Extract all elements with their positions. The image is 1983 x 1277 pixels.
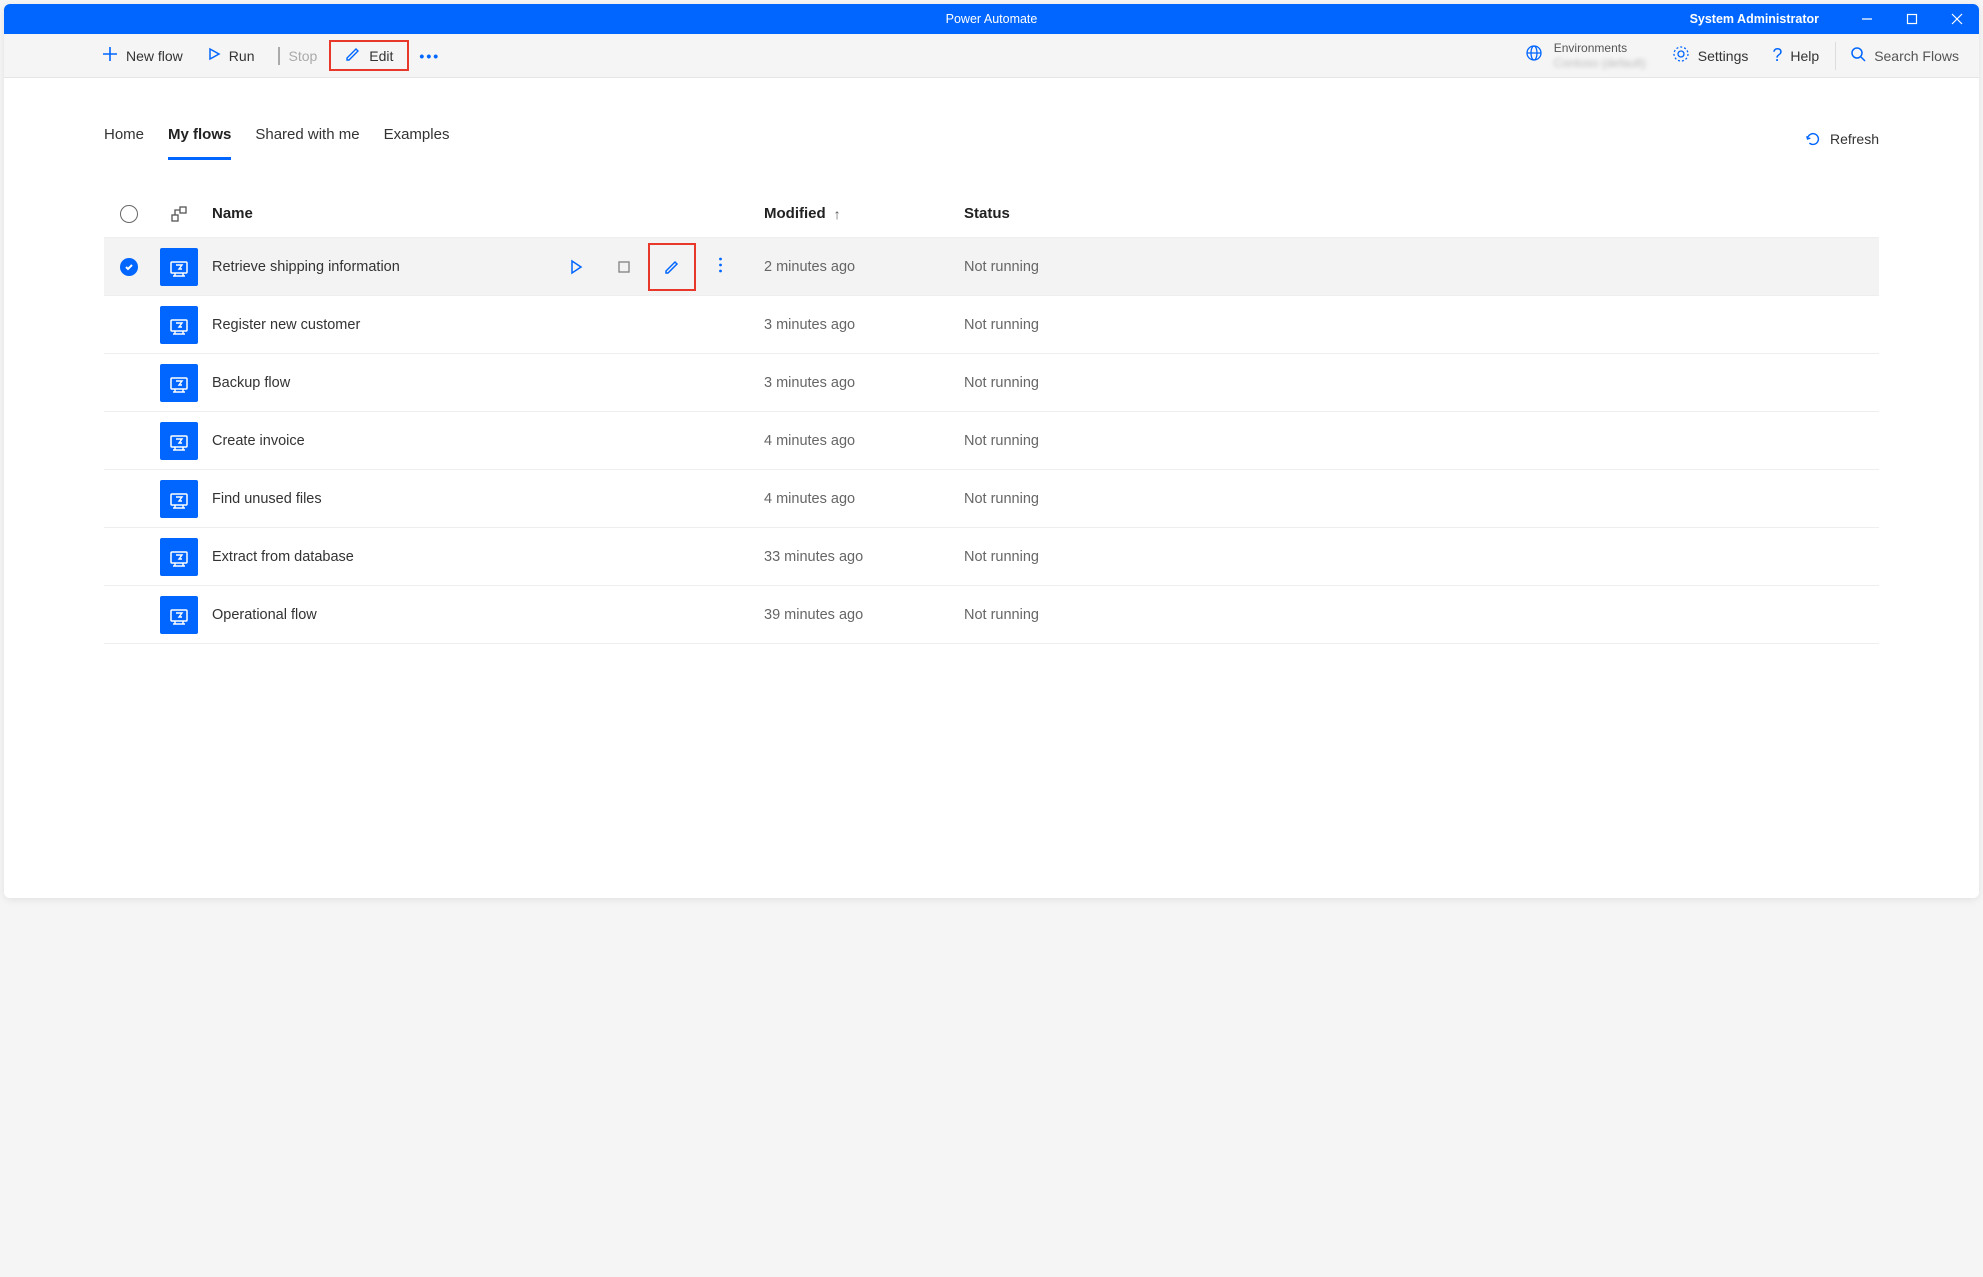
flow-modified: 4 minutes ago — [764, 433, 964, 449]
flow-status: Not running — [964, 317, 1879, 333]
run-label: Run — [229, 48, 255, 64]
flow-modified: 3 minutes ago — [764, 375, 964, 391]
toolbar: New flow Run Stop Edit ••• — [4, 34, 1979, 78]
table-row[interactable]: Create invoice4 minutes agoNot running — [104, 412, 1879, 470]
more-button[interactable]: ••• — [409, 42, 450, 70]
flow-modified: 4 minutes ago — [764, 491, 964, 507]
edit-label: Edit — [369, 48, 393, 64]
flow-modified: 33 minutes ago — [764, 549, 964, 565]
environments-value: Contoso (default) — [1554, 56, 1646, 70]
flow-status: Not running — [964, 549, 1879, 565]
flow-status: Not running — [964, 433, 1879, 449]
close-icon — [1951, 13, 1963, 25]
new-flow-label: New flow — [126, 48, 183, 64]
flow-type-icon — [154, 480, 204, 518]
row-edit-button[interactable] — [648, 243, 696, 291]
table-header: Name Modified ↑ Status — [104, 190, 1879, 238]
flow-status: Not running — [964, 375, 1879, 391]
type-column-icon[interactable] — [154, 206, 204, 222]
settings-button[interactable]: Settings — [1660, 39, 1761, 72]
flow-type-icon — [154, 248, 204, 286]
flow-status: Not running — [964, 491, 1879, 507]
tab-examples[interactable]: Examples — [384, 118, 450, 160]
flow-name[interactable]: Extract from database — [212, 549, 764, 565]
refresh-icon — [1804, 130, 1822, 148]
flow-type-icon — [154, 422, 204, 460]
maximize-button[interactable] — [1889, 4, 1934, 34]
tab-shared[interactable]: Shared with me — [255, 118, 359, 160]
play-icon — [207, 47, 221, 64]
close-button[interactable] — [1934, 4, 1979, 34]
flow-modified: 39 minutes ago — [764, 607, 964, 623]
environments-label: Environments — [1554, 41, 1646, 55]
flow-name[interactable]: Retrieve shipping information — [212, 259, 538, 275]
flow-name[interactable]: Operational flow — [212, 607, 764, 623]
new-flow-button[interactable]: New flow — [90, 40, 195, 71]
flow-type-icon — [154, 596, 204, 634]
table-row[interactable]: Backup flow3 minutes agoNot running — [104, 354, 1879, 412]
flows-table: Name Modified ↑ Status Retrieve shipping… — [104, 190, 1879, 644]
table-row[interactable]: Retrieve shipping information 2 minutes a… — [104, 238, 1879, 296]
tab-my-flows[interactable]: My flows — [168, 118, 231, 160]
row-more-button[interactable] — [696, 243, 744, 291]
tab-row: Home My flows Shared with me Examples Re… — [104, 78, 1879, 160]
flow-type-icon — [154, 538, 204, 576]
column-header-modified[interactable]: Modified ↑ — [764, 205, 964, 222]
flow-name[interactable]: Find unused files — [212, 491, 764, 507]
content-area: Home My flows Shared with me Examples Re… — [4, 78, 1979, 898]
table-row[interactable]: Register new customer3 minutes agoNot ru… — [104, 296, 1879, 354]
flow-type-icon — [154, 306, 204, 344]
column-header-name[interactable]: Name — [204, 205, 764, 222]
run-button[interactable]: Run — [195, 41, 267, 70]
flow-name[interactable]: Create invoice — [212, 433, 764, 449]
refresh-label: Refresh — [1830, 131, 1879, 147]
table-row[interactable]: Extract from database33 minutes agoNot r… — [104, 528, 1879, 586]
column-header-status[interactable]: Status — [964, 205, 1879, 222]
refresh-button[interactable]: Refresh — [1804, 130, 1879, 148]
help-icon: ? — [1772, 45, 1782, 66]
search-flows-input[interactable]: Search Flows — [1835, 42, 1973, 70]
flow-modified: 2 minutes ago — [764, 259, 964, 275]
plus-icon — [102, 46, 118, 65]
gear-icon — [1672, 45, 1690, 66]
flow-name[interactable]: Register new customer — [212, 317, 764, 333]
stop-label: Stop — [288, 48, 317, 64]
sort-ascending-icon: ↑ — [834, 206, 841, 222]
pencil-icon — [345, 46, 361, 65]
row-stop-button[interactable] — [600, 243, 648, 291]
help-label: Help — [1790, 48, 1819, 64]
flow-status: Not running — [964, 607, 1879, 623]
flow-modified: 3 minutes ago — [764, 317, 964, 333]
table-row[interactable]: Find unused files4 minutes agoNot runnin… — [104, 470, 1879, 528]
edit-button[interactable]: Edit — [329, 40, 409, 71]
more-icon: ••• — [419, 48, 440, 64]
flow-type-icon — [154, 364, 204, 402]
row-run-button[interactable] — [552, 243, 600, 291]
titlebar: Power Automate System Administrator — [4, 4, 1979, 34]
stop-icon — [278, 48, 280, 64]
flow-status: Not running — [964, 259, 1879, 275]
settings-label: Settings — [1698, 48, 1749, 64]
stop-button: Stop — [266, 42, 329, 70]
row-checkbox[interactable] — [104, 258, 154, 276]
flow-name[interactable]: Backup flow — [212, 375, 764, 391]
minimize-icon — [1861, 13, 1873, 25]
app-window: Power Automate System Administrator New … — [4, 4, 1979, 898]
tab-home[interactable]: Home — [104, 118, 144, 160]
app-title: Power Automate — [946, 12, 1038, 26]
select-all-checkbox[interactable] — [104, 205, 154, 223]
environments-selector[interactable]: Environments Contoso (default) — [1510, 41, 1660, 70]
help-button[interactable]: ? Help — [1760, 39, 1831, 72]
table-row[interactable]: Operational flow39 minutes agoNot runnin… — [104, 586, 1879, 644]
search-icon — [1850, 46, 1866, 65]
maximize-icon — [1906, 13, 1918, 25]
user-label[interactable]: System Administrator — [1690, 12, 1819, 26]
globe-icon — [1524, 43, 1544, 68]
minimize-button[interactable] — [1844, 4, 1889, 34]
search-placeholder: Search Flows — [1874, 48, 1959, 64]
